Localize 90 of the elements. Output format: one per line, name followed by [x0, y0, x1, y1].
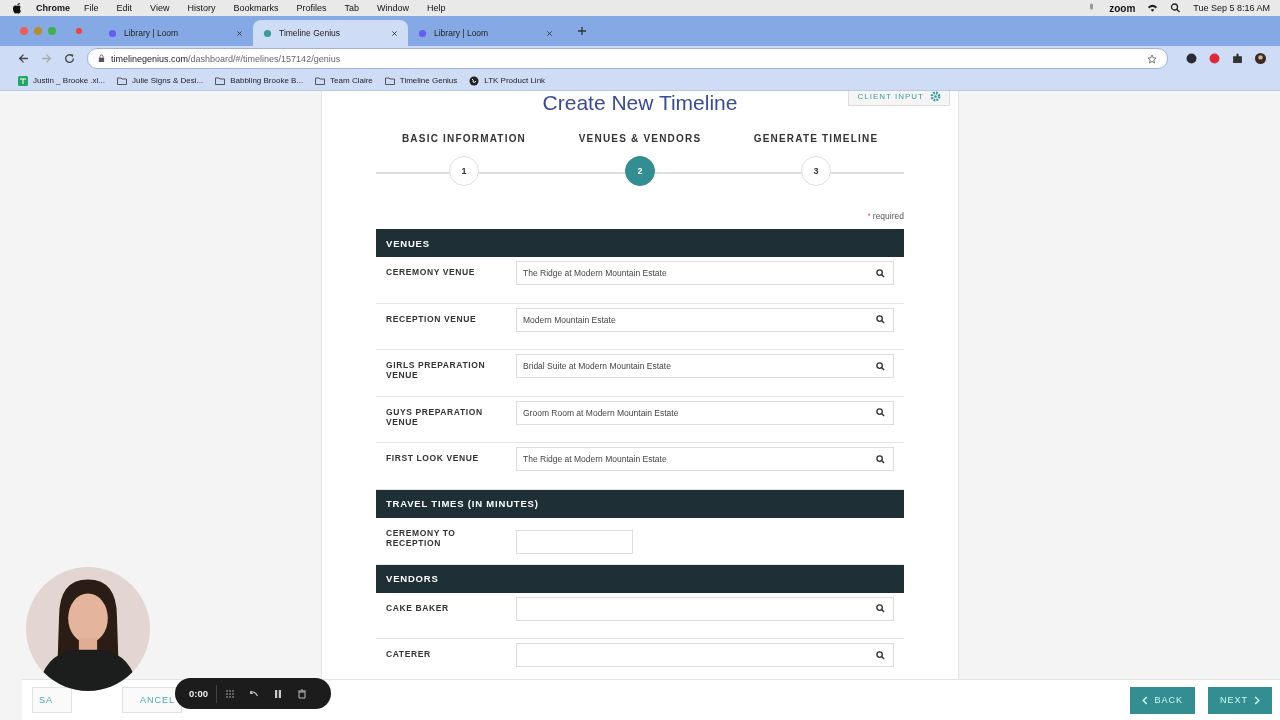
step-circle[interactable]: 2: [625, 156, 655, 186]
lock-icon[interactable]: [98, 54, 105, 63]
tab-favicon-icon: [263, 28, 272, 38]
search-icon[interactable]: [876, 315, 885, 325]
search-field[interactable]: The Ridge at Modern Mountain Estate: [516, 447, 894, 472]
menu-item[interactable]: Edit: [116, 3, 133, 13]
bookmark-link[interactable]: LTK Product Link: [484, 76, 546, 85]
required-asterisk: *: [867, 211, 871, 223]
menu-item[interactable]: Tab: [344, 3, 359, 13]
menu-bar-clock[interactable]: Tue Sep 5 8:16 AM: [1193, 3, 1270, 13]
field-label: CAKE BAKER: [386, 602, 450, 613]
new-tab-icon[interactable]: [577, 26, 587, 36]
spreadsheet-icon: [18, 75, 28, 86]
recording-dot-icon: [76, 28, 82, 34]
search-field[interactable]: [516, 596, 894, 621]
bookmark-link[interactable]: Babbling Brooke B...: [230, 76, 304, 85]
pause-icon[interactable]: [273, 688, 283, 699]
back-button[interactable]: BACK: [1130, 686, 1195, 714]
search-icon[interactable]: [876, 268, 885, 278]
tab-favicon-icon: [418, 28, 427, 38]
folder-icon: [215, 75, 226, 86]
field-label: GUYS PREPARATION VENUE: [386, 406, 484, 427]
address-bar[interactable]: timelinegenius.com/dashboard/#/timelines/157142/genius: [87, 48, 1168, 69]
field-label: CATERER: [386, 649, 432, 660]
section-header: VENDORS: [376, 564, 904, 593]
search-icon[interactable]: [876, 604, 885, 614]
zoom-menu-label[interactable]: zoom: [1109, 2, 1136, 14]
back-arrow-icon[interactable]: [18, 53, 29, 64]
close-icon[interactable]: [236, 29, 243, 37]
menu-item[interactable]: Window: [376, 3, 409, 13]
browser-tab[interactable]: Library | Loom: [408, 20, 563, 46]
folder-icon: [117, 75, 128, 86]
wifi-icon[interactable]: [1147, 3, 1159, 13]
search-icon[interactable]: [876, 408, 885, 418]
field-label: CEREMONY VENUE: [386, 267, 476, 277]
menu-item[interactable]: Help: [427, 3, 446, 13]
bookmark-link[interactable]: Team Claire: [330, 76, 373, 85]
field-label: CEREMONY TO RECEPTION: [386, 527, 457, 548]
menu-app-name[interactable]: Chrome: [36, 3, 70, 13]
page-title: Create New Timeline: [542, 91, 738, 115]
tab-favicon-icon: [108, 28, 117, 38]
search-icon[interactable]: [876, 361, 885, 371]
chevron-right-icon: [1254, 695, 1260, 705]
step-circle[interactable]: 1: [449, 156, 479, 186]
grid-dots-icon[interactable]: [225, 688, 235, 699]
input-field[interactable]: [516, 529, 633, 554]
profile-avatar-icon[interactable]: [1255, 53, 1266, 64]
menu-item[interactable]: Profiles: [296, 3, 327, 13]
apple-icon[interactable]: [12, 2, 22, 14]
recording-timer: 0:00: [189, 688, 208, 699]
field-label: RECEPTION VENUE: [386, 313, 478, 324]
close-icon[interactable]: [391, 29, 398, 37]
chevron-left-icon: [1142, 695, 1149, 705]
extension-icon[interactable]: [1186, 53, 1197, 64]
bookmark-link[interactable]: Timeline Genius: [399, 76, 458, 85]
browser-tab[interactable]: Library | Loom: [98, 20, 253, 46]
search-icon[interactable]: [1170, 3, 1182, 13]
search-field[interactable]: Bridal Suite at Modern Mountain Estate: [516, 354, 894, 379]
undo-icon[interactable]: [249, 688, 259, 699]
step-label: VENUES & VENDORS: [578, 133, 702, 144]
step-label: BASIC INFORMATION: [401, 133, 527, 144]
folder-icon: [384, 75, 395, 86]
step-circle[interactable]: 3: [801, 156, 831, 186]
menu-item[interactable]: Bookmarks: [233, 3, 279, 13]
bookmark-link[interactable]: Justin _ Brooke .xl...: [33, 76, 106, 85]
next-button[interactable]: NEXT: [1208, 686, 1272, 714]
star-icon[interactable]: [1147, 53, 1157, 64]
menu-item[interactable]: View: [150, 3, 170, 13]
browser-tab[interactable]: Timeline Genius: [253, 20, 408, 46]
search-field[interactable]: Groom Room at Modern Mountain Estate: [516, 400, 894, 425]
bookmark-link[interactable]: Julie Signs & Desi...: [132, 76, 204, 85]
gear-icon: [930, 91, 941, 102]
close-icon[interactable]: [546, 29, 553, 37]
reload-icon[interactable]: [64, 53, 75, 64]
search-icon[interactable]: [876, 454, 885, 464]
search-field[interactable]: Modern Mountain Estate: [516, 307, 894, 332]
trash-icon[interactable]: [297, 688, 307, 699]
folder-icon: [315, 75, 326, 86]
search-field[interactable]: [516, 643, 894, 668]
section-header: VENUES: [376, 229, 904, 257]
section-header: TRAVEL TIMES (IN MINUTES): [376, 489, 904, 518]
step-label: GENERATE TIMELINE: [753, 133, 879, 144]
search-field[interactable]: The Ridge at Modern Mountain Estate: [516, 261, 894, 285]
field-label: FIRST LOOK VENUE: [386, 453, 480, 464]
search-icon[interactable]: [876, 650, 885, 660]
field-label: GIRLS PREPARATION VENUE: [386, 360, 487, 381]
menu-item[interactable]: File: [84, 3, 99, 13]
globe-icon: [469, 75, 480, 86]
menu-item[interactable]: History: [187, 3, 216, 13]
required-note: required: [872, 211, 904, 223]
